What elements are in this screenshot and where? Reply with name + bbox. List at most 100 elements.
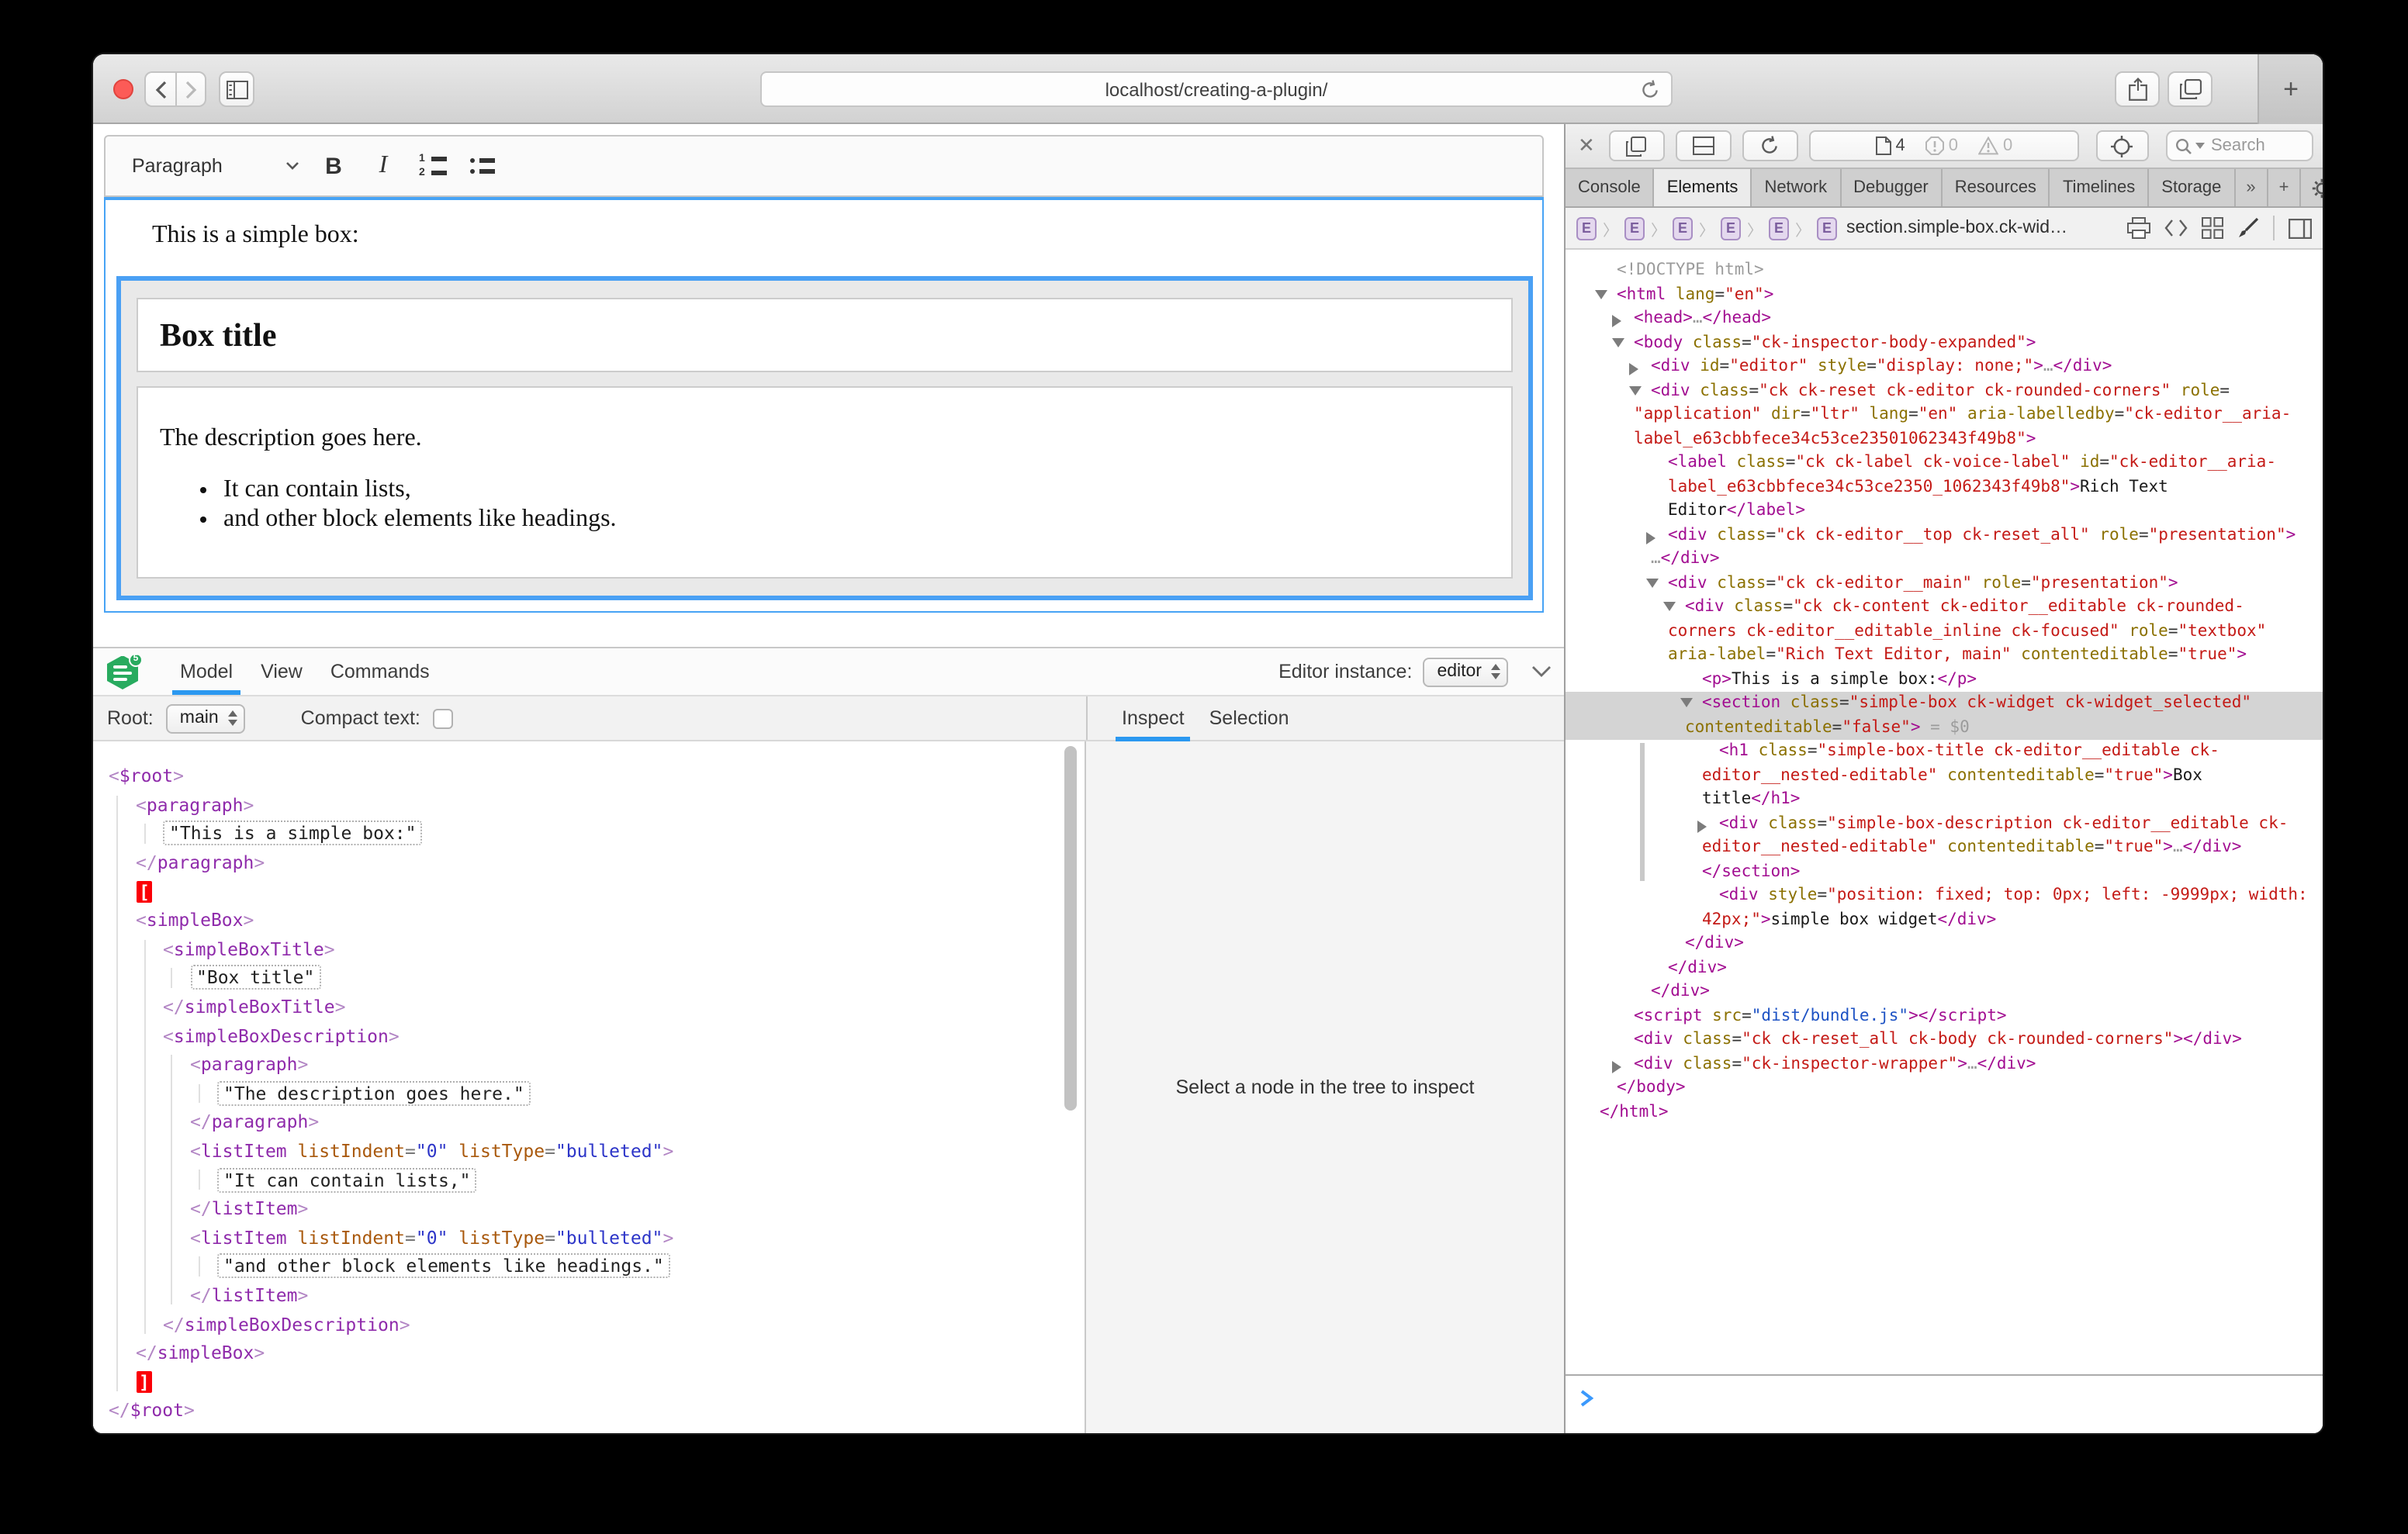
model-tree-line[interactable]: <simpleBoxDescription>	[109, 1021, 1085, 1050]
list-item[interactable]: It can contain lists,	[223, 476, 1511, 505]
close-devtools-button[interactable]: ✕	[1575, 133, 1598, 158]
disclosure-open-icon[interactable]	[1646, 578, 1659, 587]
disclosure-open-icon[interactable]	[1612, 337, 1624, 347]
simple-box-description[interactable]: The description goes here. It can contai…	[137, 386, 1513, 579]
dom-line[interactable]: <label class="ck ck-label ck-voice-label…	[1566, 451, 2323, 475]
dom-line[interactable]: <div class="ck ck-reset ck-editor ck-rou…	[1566, 379, 2323, 403]
disclosure-open-icon[interactable]	[1629, 385, 1642, 395]
dom-line[interactable]: title</h1>	[1566, 788, 2323, 812]
grid-icon[interactable]	[2202, 217, 2223, 239]
disclosure-closed-icon[interactable]	[1646, 531, 1656, 544]
back-button[interactable]	[144, 71, 175, 107]
simple-box-title[interactable]: Box title	[137, 298, 1513, 372]
editor-editable[interactable]: This is a simple box: Box title The desc…	[104, 197, 1544, 613]
dom-line[interactable]: <head>…</head>	[1566, 307, 2323, 331]
dom-line[interactable]: <div style="position: fixed; top: 0px; l…	[1566, 884, 2323, 908]
dom-line[interactable]: </body>	[1566, 1076, 2323, 1100]
console-prompt-row[interactable]	[1566, 1374, 2323, 1433]
tab-overflow-button[interactable]: »	[2235, 169, 2268, 206]
element-badge[interactable]: E	[1673, 216, 1693, 240]
dom-line[interactable]: 42px;">simple box widget</div>	[1566, 908, 2323, 932]
editor-paragraph[interactable]: This is a simple box:	[106, 200, 1542, 250]
compact-text-checkbox[interactable]	[433, 708, 453, 728]
reload-icon[interactable]	[1640, 79, 1660, 101]
devtools-tab-debugger[interactable]: Debugger	[1841, 169, 1943, 206]
dom-line[interactable]: …</div>	[1566, 548, 2323, 572]
share-button[interactable]	[2115, 71, 2160, 107]
dom-line[interactable]: corners ck-editor__editable_inline ck-fo…	[1566, 620, 2323, 644]
dom-line[interactable]: </section>	[1566, 860, 2323, 884]
disclosure-closed-icon[interactable]	[1629, 363, 1638, 375]
italic-button[interactable]: I	[358, 144, 408, 188]
model-tree-line[interactable]: <simpleBox>	[109, 906, 1085, 935]
model-tree-line[interactable]: "and other block elements like headings.…	[109, 1252, 1085, 1280]
dom-line[interactable]: <h1 class="simple-box-title ck-editor__e…	[1566, 740, 2323, 764]
print-icon[interactable]	[2127, 217, 2150, 239]
model-tree-line[interactable]: "Box title"	[109, 963, 1085, 992]
element-badge[interactable]: E	[1576, 216, 1597, 240]
dom-line[interactable]: editor__nested-editable" contenteditable…	[1566, 836, 2323, 860]
dom-line[interactable]: label_e63cbbfece34c53ce23501062343f49b8"…	[1566, 427, 2323, 451]
inspector-collapse-button[interactable]	[1531, 665, 1552, 678]
inspector-tab-selection[interactable]: Selection	[1197, 696, 1302, 740]
close-window-button[interactable]	[113, 79, 133, 99]
inspector-tab-model[interactable]: Model	[166, 648, 247, 695]
disclosure-open-icon[interactable]	[1680, 698, 1693, 707]
devtools-tab-console[interactable]: Console	[1566, 169, 1655, 206]
breadcrumb-current-node[interactable]: section.simple-box.ck-wid…	[1846, 219, 2067, 237]
element-badge[interactable]: E	[1624, 216, 1645, 240]
inspector-tab-commands[interactable]: Commands	[317, 648, 444, 695]
duplicate-button[interactable]	[1609, 130, 1665, 161]
dom-line[interactable]: </html>	[1566, 1100, 2323, 1125]
editor-instance-select[interactable]: editor	[1423, 657, 1508, 686]
dom-line[interactable]: </div>	[1566, 956, 2323, 980]
reload-button[interactable]	[1742, 130, 1798, 161]
sidebar-button[interactable]	[219, 71, 254, 107]
root-select[interactable]: main	[166, 703, 245, 733]
bulleted-list-button[interactable]	[458, 144, 507, 188]
dom-line[interactable]: <p>This is a simple box:</p>	[1566, 668, 2323, 692]
address-bar[interactable]: localhost/creating-a-plugin/	[760, 71, 1673, 107]
disclosure-open-icon[interactable]	[1663, 602, 1676, 611]
model-tree-line[interactable]: </simpleBoxDescription>	[109, 1310, 1085, 1339]
element-picker-button[interactable]	[2096, 130, 2149, 161]
model-tree-line[interactable]: </$root>	[109, 1396, 1085, 1425]
dom-line[interactable]: <div id="editor" style="display: none;">…	[1566, 355, 2323, 379]
element-badge[interactable]: E	[1817, 216, 1837, 240]
model-tree-line[interactable]: </simpleBox>	[109, 1339, 1085, 1367]
brush-icon[interactable]	[2237, 217, 2259, 239]
dom-line[interactable]: </div>	[1566, 932, 2323, 956]
dom-line[interactable]: "application" dir="ltr" lang="en" aria-l…	[1566, 403, 2323, 427]
dom-line[interactable]: <html lang="en">	[1566, 283, 2323, 307]
model-tree-line[interactable]: <$root>	[109, 762, 1085, 790]
code-brackets-icon[interactable]	[2164, 219, 2188, 237]
add-tab-button[interactable]: +	[2268, 169, 2302, 206]
new-tab-button[interactable]: +	[2258, 54, 2323, 124]
resource-stats-button[interactable]: 4 0	[1809, 130, 2079, 161]
dom-line[interactable]: <div class="ck-inspector-wrapper">…</div…	[1566, 1052, 2323, 1076]
dom-line[interactable]: Editor</label>	[1566, 499, 2323, 523]
model-tree-line[interactable]: "This is a simple box:"	[109, 819, 1085, 848]
dom-line[interactable]: <script src="dist/bundle.js"></script>	[1566, 1004, 2323, 1028]
model-tree-line[interactable]: </paragraph>	[109, 848, 1085, 877]
model-tree-line[interactable]: </paragraph>	[109, 1107, 1085, 1136]
disclosure-open-icon[interactable]	[1595, 289, 1607, 299]
inspector-tab-view[interactable]: View	[247, 648, 317, 695]
model-tree-line[interactable]: <paragraph>	[109, 790, 1085, 819]
model-tree-line[interactable]: ]	[109, 1367, 1085, 1396]
description-paragraph[interactable]: The description goes here.	[160, 425, 1511, 453]
dom-line[interactable]: <div class="ck ck-content ck-editor__edi…	[1566, 596, 2323, 620]
model-tree-line[interactable]: <simpleBoxTitle>	[109, 935, 1085, 963]
devtools-tab-timelines[interactable]: Timelines	[2050, 169, 2149, 206]
disclosure-closed-icon[interactable]	[1697, 820, 1707, 832]
dom-line[interactable]: <div class="ck ck-editor__main" role="pr…	[1566, 572, 2323, 596]
model-tree-line[interactable]: <paragraph>	[109, 1050, 1085, 1079]
dom-line[interactable]: editor__nested-editable" contenteditable…	[1566, 764, 2323, 788]
dom-line-selected[interactable]: contenteditable="false"> = $0	[1566, 716, 2323, 740]
disclosure-closed-icon[interactable]	[1612, 1060, 1621, 1073]
dom-line[interactable]: <div class="ck ck-editor__top ck-reset_a…	[1566, 523, 2323, 548]
dom-line[interactable]: label_e63cbbfece34c53ce2350_1062343f49b8…	[1566, 475, 2323, 499]
model-tree-line[interactable]: </simpleBoxTitle>	[109, 993, 1085, 1021]
element-badge[interactable]: E	[1769, 216, 1789, 240]
devtools-tab-network[interactable]: Network	[1752, 169, 1841, 206]
